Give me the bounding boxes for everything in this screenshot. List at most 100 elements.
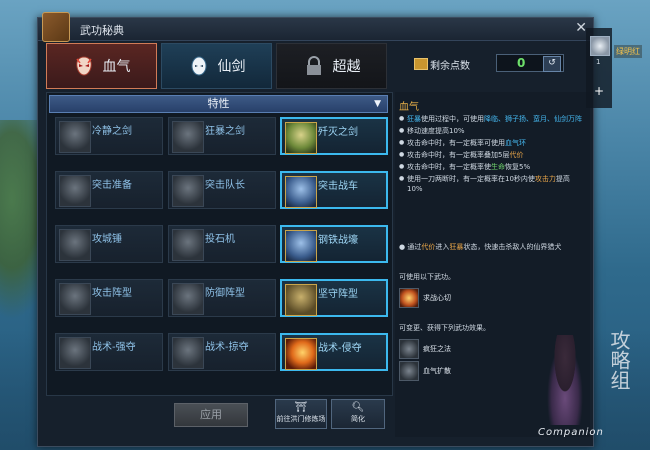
skill-icon — [59, 229, 91, 261]
effect-item: 攻击命中时，有一定概率叠加5层代价 — [399, 150, 585, 160]
skill-icon — [285, 122, 317, 154]
trait-dropdown[interactable]: 特性 ▼ — [49, 95, 388, 113]
skill-label: 狂暴之剑 — [205, 126, 245, 137]
simplify-button[interactable]: 🔍︎ 简化 — [331, 399, 385, 429]
skill-slot[interactable]: 狂暴之剑 — [168, 117, 276, 155]
usable-label: 可使用以下武功。 — [399, 273, 455, 281]
avatar[interactable] — [590, 36, 610, 56]
magnifier-icon: 🔍︎ — [351, 402, 365, 413]
skill-icon — [59, 175, 91, 207]
demon-mask-icon — [73, 55, 95, 77]
skill-slot[interactable]: 攻城锤 — [55, 225, 163, 263]
skill-slot[interactable]: 战术-侵夺 — [280, 333, 388, 371]
skill-slot[interactable]: 突击准备 — [55, 171, 163, 209]
skill-label: 战术-强夺 — [92, 342, 136, 353]
skill-icon — [285, 284, 317, 316]
skill-slot[interactable]: 攻击阵型 — [55, 279, 163, 317]
skill-icon — [172, 283, 204, 315]
tab-label: 仙剑 — [217, 59, 246, 75]
skill-slot[interactable]: 投石机 — [168, 225, 276, 263]
skill-label: 突击战车 — [318, 181, 358, 192]
party-count: 1 — [596, 58, 601, 66]
skill-icon — [399, 288, 419, 308]
skill-icon — [172, 175, 204, 207]
usable-skill[interactable]: 求战心切 — [399, 288, 579, 308]
apply-button[interactable]: 应用 — [174, 403, 248, 427]
companion-label: Companion — [538, 427, 604, 438]
tab-transcend[interactable]: 超越 — [276, 43, 387, 89]
book-icon — [42, 12, 70, 42]
effect-skill-label: 疯狂之法 — [423, 345, 451, 353]
points-display: 0 ↺ — [496, 54, 564, 72]
skill-icon — [59, 121, 91, 153]
skill-icon — [399, 339, 419, 359]
training-hall-icon: ⛩ — [294, 402, 308, 413]
party-member-name: 绿明红 — [614, 45, 642, 58]
chevron-down-icon: ▼ — [374, 99, 381, 109]
effect-item: 移动速度提高10% — [399, 126, 585, 136]
effect-skill-label: 血气扩散 — [423, 367, 451, 375]
usable-skill-label: 求战心切 — [423, 294, 451, 302]
skill-label: 投石机 — [205, 234, 235, 245]
skill-icon — [285, 338, 317, 370]
effect-item: 攻击命中时，有一定概率使生命恢复5% — [399, 162, 585, 172]
skill-slot[interactable]: 钢铁战壕 — [280, 225, 388, 263]
skill-label: 钢铁战壕 — [318, 235, 358, 246]
points-row: 剩余点数 0 ↺ — [394, 53, 589, 75]
points-label: 剩余点数 — [430, 61, 470, 72]
skill-slot[interactable]: 冷静之剑 — [55, 117, 163, 155]
skill-label: 突击队长 — [205, 180, 245, 191]
skill-slot[interactable]: 防御阵型 — [168, 279, 276, 317]
points-value: 0 — [517, 56, 526, 70]
skill-icon — [285, 176, 317, 208]
skill-slot[interactable]: 战术-强夺 — [55, 333, 163, 371]
skill-label: 防御阵型 — [205, 288, 245, 299]
tab-immortal-sword[interactable]: 仙剑 — [161, 43, 272, 89]
train-button-label: 前往洪门修炼场 — [276, 415, 326, 423]
skill-icon — [172, 337, 204, 369]
tab-blood-qi[interactable]: 血气 — [46, 43, 157, 89]
skill-icon — [285, 230, 317, 262]
dropdown-label: 特性 — [207, 97, 230, 110]
effect-item: 狂暴使用过程中，可使用降临、狮子扬、蛮月、仙剑万阵 — [399, 114, 585, 124]
skill-label: 攻城锤 — [92, 234, 122, 245]
tab-label: 血气 — [102, 59, 131, 75]
skill-icon — [172, 229, 204, 261]
window-title: 武功秘典 — [80, 24, 124, 37]
skill-icon — [59, 337, 91, 369]
skill-icon — [172, 121, 204, 153]
tab-bar: 血气 仙剑 超越 — [46, 43, 391, 89]
lock-icon — [303, 55, 325, 77]
skill-slot[interactable]: 歼灭之剑 — [280, 117, 388, 155]
skill-label: 坚守阵型 — [318, 289, 358, 300]
add-icon[interactable]: + — [590, 82, 608, 100]
action-bar: 应用 ⛩ 前往洪门修炼场 🔍︎ 简化 — [46, 397, 391, 437]
reset-icon[interactable]: ↺ — [543, 56, 561, 72]
skill-icon — [59, 283, 91, 315]
simplify-button-label: 简化 — [351, 415, 365, 423]
detail-title: 血气 — [399, 102, 419, 113]
skill-slot[interactable]: 坚守阵型 — [280, 279, 388, 317]
skill-label: 战术-侵夺 — [318, 343, 362, 354]
skill-label: 战术-掠夺 — [205, 342, 249, 353]
effect-item: 使用一刀两断时，有一定概率在10秒内使攻击力提高10% — [399, 174, 585, 194]
skill-slot[interactable]: 突击队长 — [168, 171, 276, 209]
watermark-glyphs: 攻略组 — [607, 330, 631, 390]
go-to-training-button[interactable]: ⛩ 前往洪门修炼场 — [275, 399, 327, 429]
companion-watermark: 攻略组 Companion — [538, 325, 648, 450]
tab-label: 超越 — [332, 59, 361, 75]
title-bar[interactable]: 武功秘典 ✕ — [38, 12, 593, 42]
spirit-mask-icon — [188, 55, 210, 77]
detail-note: ● 通过代价进入狂暴状态，快速击杀敌人的仙界猎犬 — [399, 243, 562, 251]
effect-list: 狂暴使用过程中，可使用降临、狮子扬、蛮月、仙剑万阵 移动速度提高10% 攻击命中… — [399, 114, 585, 196]
changed-label: 可变更、获得下列武功效果。 — [399, 324, 490, 332]
companion-figure — [544, 335, 586, 425]
martial-arts-window: 武功秘典 ✕ 血气 仙剑 超越 特性 ▼ 冷静之剑 狂暴之剑 歼灭之剑 突击准备… — [37, 12, 594, 447]
skill-icon — [399, 361, 419, 381]
effect-item: 攻击命中时，有一定概率可使用血气环 — [399, 138, 585, 148]
skill-label: 突击准备 — [92, 180, 132, 191]
points-icon — [414, 58, 428, 70]
skill-slot[interactable]: 突击战车 — [280, 171, 388, 209]
skill-slot[interactable]: 战术-掠夺 — [168, 333, 276, 371]
skill-label: 歼灭之剑 — [318, 127, 358, 138]
